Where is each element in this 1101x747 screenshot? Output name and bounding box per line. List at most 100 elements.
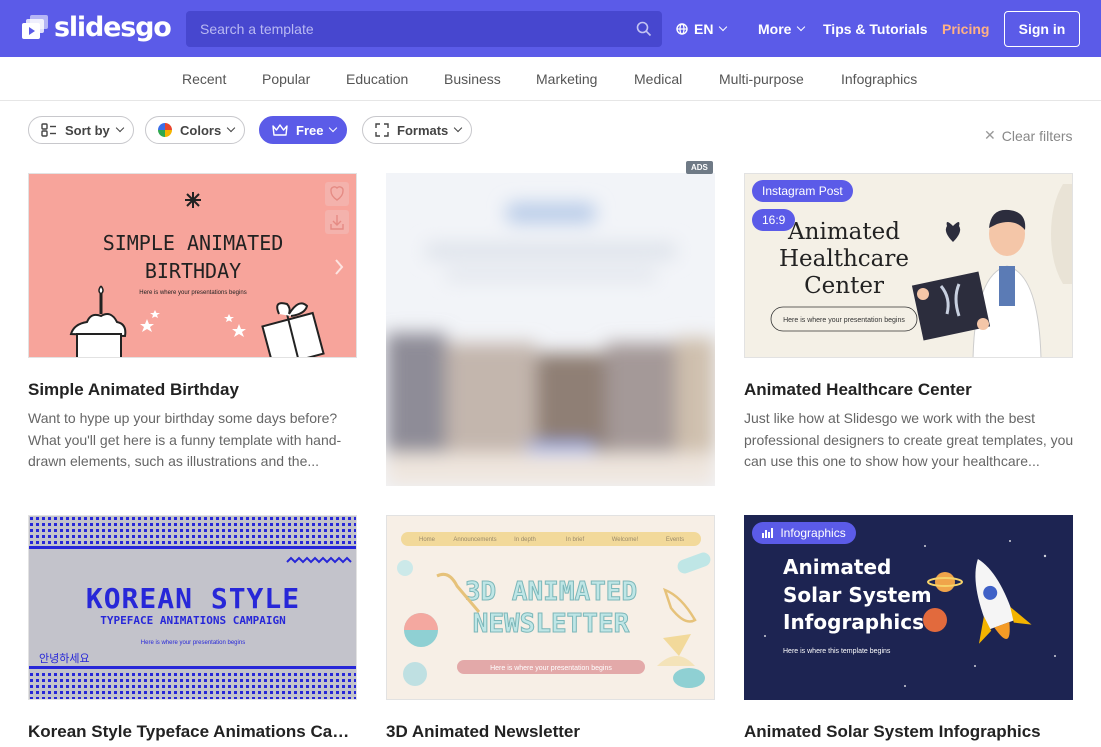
thumb-title-1: Animated (783, 555, 891, 579)
chevron-down-icon (115, 123, 125, 133)
free-label: Free (296, 122, 324, 138)
thumb-subtitle: Here is where your presentation begins (141, 640, 245, 646)
category-infographics[interactable]: Infographics (841, 71, 917, 87)
instagram-post-tag[interactable]: Instagram Post (752, 180, 853, 202)
search-bar (186, 11, 662, 47)
thumb-title-1: SIMPLE ANIMATED (103, 231, 284, 255)
chevron-down-icon (719, 22, 728, 32)
rocket-icon (975, 559, 1032, 644)
tips-tutorials-link[interactable]: Tips & Tutorials (823, 20, 928, 38)
language-selector[interactable]: EN (676, 20, 728, 38)
thumb-title-2: BIRTHDAY (145, 259, 241, 283)
sort-icon (41, 123, 57, 137)
korean-style-template-thumbnail[interactable]: KOREAN STYLE TYPEFACE ANIMATIONS CAMPAIG… (28, 515, 357, 700)
thumb-title-3: Infographics (783, 610, 924, 634)
thumb-nav-welcome: Welcome! (612, 537, 639, 543)
thumb-nav-in-depth: In depth (514, 537, 536, 543)
category-popular[interactable]: Popular (262, 71, 310, 87)
category-business[interactable]: Business (444, 71, 501, 87)
aspect-ratio-tag: 16:9 (752, 209, 796, 231)
thumb-nav-events: Events (666, 537, 684, 543)
card-title[interactable]: Animated Healthcare Center (744, 380, 1074, 400)
chevron-down-icon (329, 123, 338, 133)
clear-filters-link[interactable]: ✕ Clear filters (984, 127, 1073, 144)
thumb-subtitle: Here is where this template begins (783, 648, 891, 655)
planet-icon (927, 572, 963, 592)
thumb-title-1: 3D ANIMATED (465, 577, 637, 607)
thumb-korean-text: 안녕하세요 (39, 651, 90, 665)
card-title[interactable]: 3D Animated Newsletter (386, 722, 716, 742)
expand-icon (375, 123, 389, 137)
formats-label: Formats (397, 122, 449, 138)
slidesgo-logo[interactable]: slidesgo (20, 11, 172, 43)
more-menu[interactable]: More (758, 20, 806, 38)
thumb-title-1: KOREAN STYLE (86, 582, 300, 615)
chevron-right-icon[interactable] (335, 259, 344, 275)
birthday-slide-preview: SIMPLE ANIMATED BIRTHDAY Here is where y… (69, 182, 349, 357)
card-description: Just like how at Slidesgo we work with t… (744, 410, 1074, 469)
thumb-title-2: Solar System (783, 583, 932, 607)
category-medical[interactable]: Medical (634, 71, 682, 87)
thumb-title-2: Healthcare (779, 246, 909, 272)
sort-by-filter[interactable]: Sort by (28, 116, 134, 144)
birthday-template-thumbnail[interactable]: SIMPLE ANIMATED BIRTHDAY Here is where y… (28, 173, 357, 358)
thumb-subtitle: Here is where your presentation begins (783, 317, 905, 324)
thumb-nav-home: Home (419, 537, 436, 543)
gift-icon (261, 302, 325, 357)
thumb-nav-in-brief: In brief (566, 537, 585, 543)
slidesgo-logo-icon (22, 15, 48, 39)
search-input[interactable] (186, 11, 626, 47)
chevron-down-icon (226, 123, 236, 133)
thumb-subtitle: Here is where your presentations begins (139, 290, 246, 296)
korean-slide-preview: KOREAN STYLE TYPEFACE ANIMATIONS CAMPAIG… (29, 516, 356, 699)
card-title[interactable]: Korean Style Typeface Animations Campaig… (28, 722, 358, 742)
doctor-illustration (911, 209, 1042, 357)
card-description: Want to hype up your birthday some days … (28, 410, 342, 469)
category-nav: Recent Popular Education Business Market… (0, 57, 1101, 101)
category-education[interactable]: Education (346, 71, 408, 87)
infographics-tag-label: Infographics (780, 526, 846, 540)
ads-badge: ADS (686, 161, 713, 174)
top-navbar: slidesgo EN More Tips & Tutorials Pricin… (0, 0, 1101, 57)
bar-chart-icon (762, 528, 773, 538)
category-multi-purpose[interactable]: Multi-purpose (719, 71, 804, 87)
cupcake-icon (69, 285, 127, 357)
thumb-title-2: NEWSLETTER (473, 609, 630, 639)
chevron-down-icon (454, 123, 463, 133)
more-label: More (758, 21, 792, 37)
newsletter-slide-preview: Home Announcements In depth In brief Wel… (397, 532, 711, 688)
globe-icon (676, 23, 688, 35)
thumb-title-2: TYPEFACE ANIMATIONS CAMPAIGN (100, 614, 285, 627)
thumb-title-3: Center (804, 273, 884, 299)
category-recent[interactable]: Recent (182, 71, 226, 87)
chevron-down-icon (797, 22, 806, 32)
newsletter-template-thumbnail[interactable]: Home Announcements In depth In brief Wel… (386, 515, 715, 700)
clear-filters-label: Clear filters (1001, 127, 1073, 144)
card-title[interactable]: Animated Solar System Infographics (744, 722, 1074, 742)
sparkle-icon (185, 192, 201, 208)
sign-in-button[interactable]: Sign in (1004, 11, 1080, 47)
card-title[interactable]: Simple Animated Birthday (28, 380, 358, 400)
pricing-link[interactable]: Pricing (942, 20, 989, 38)
formats-filter[interactable]: Formats (362, 116, 473, 144)
ad-blurred-image (386, 173, 715, 486)
advertisement[interactable] (386, 173, 715, 486)
mars-icon (923, 608, 947, 632)
thumb-subtitle: Here is where your presentation begins (490, 665, 612, 672)
heart-icon (945, 222, 961, 242)
thumb-title-1: Animated (787, 219, 900, 245)
category-marketing[interactable]: Marketing (536, 71, 597, 87)
free-filter[interactable]: Free (259, 116, 348, 144)
colors-label: Colors (180, 122, 222, 138)
close-icon: ✕ (984, 127, 996, 143)
thumb-nav-announcements: Announcements (453, 537, 496, 543)
infographics-tag[interactable]: Infographics (752, 522, 856, 544)
logo-text: slidesgo (54, 11, 172, 43)
search-icon[interactable] (626, 11, 662, 47)
stars-icon (140, 310, 246, 337)
colors-filter[interactable]: Colors (145, 116, 246, 144)
color-wheel-icon (158, 123, 172, 137)
crown-icon (272, 124, 288, 136)
sort-by-label: Sort by (65, 122, 110, 138)
language-label: EN (694, 21, 714, 37)
